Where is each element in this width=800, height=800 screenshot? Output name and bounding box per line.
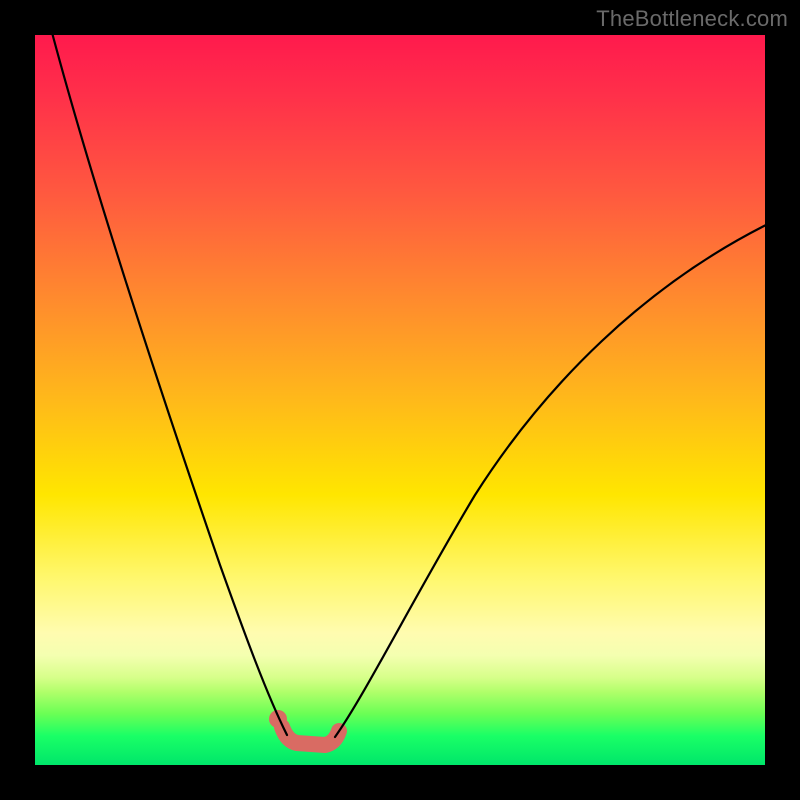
curve-left-branch: [50, 25, 287, 735]
chart-frame: TheBottleneck.com: [0, 0, 800, 800]
watermark-text: TheBottleneck.com: [596, 6, 788, 32]
curves-svg: [35, 35, 765, 765]
plot-area: [35, 35, 765, 765]
trough-highlight: [282, 727, 339, 745]
curve-right-branch: [335, 223, 770, 737]
